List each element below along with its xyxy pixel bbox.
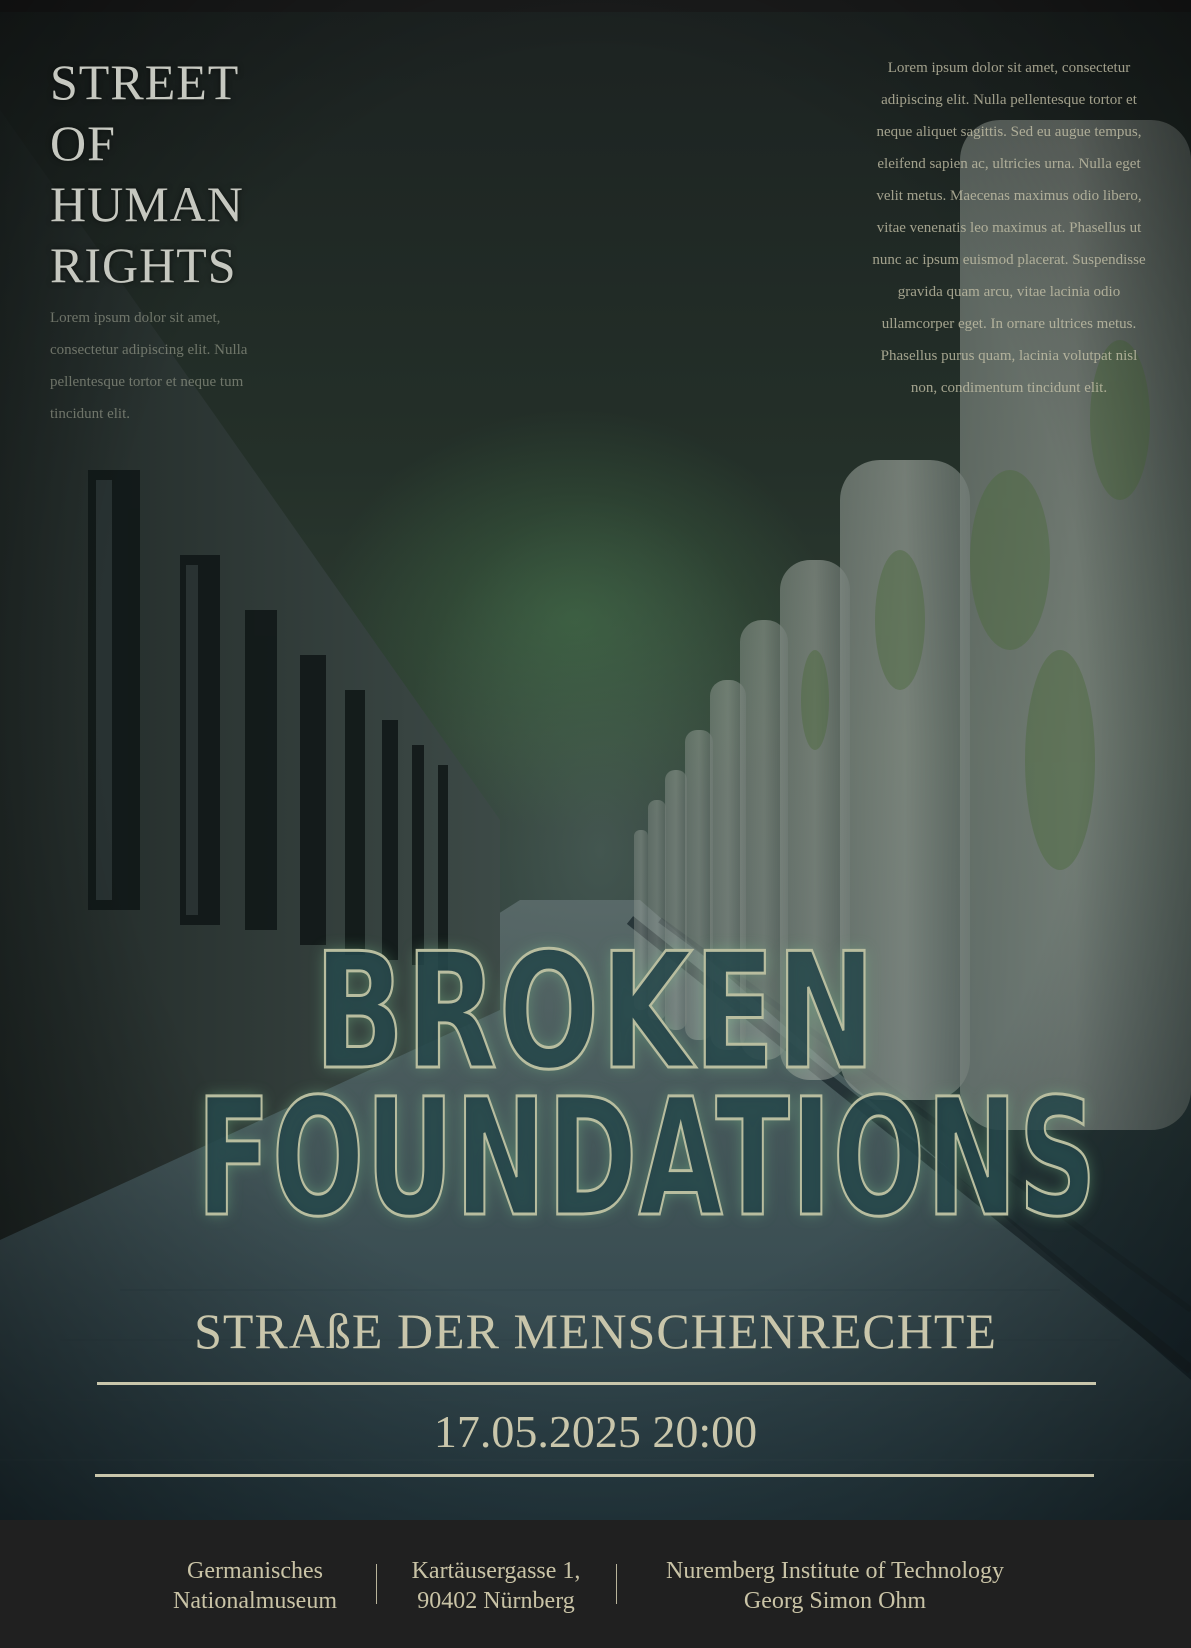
right-description: Lorem ipsum dolor sit amet, consectetur …: [872, 60, 1146, 396]
poster: STREET OF HUMAN RIGHTS Lorem ipsum dolor…: [0, 0, 1191, 1648]
left-description: Lorem ipsum dolor sit amet, consectetur …: [50, 310, 248, 422]
footer-address-line: 90402 Nürnberg: [417, 1588, 575, 1614]
event-subtitle: STRAßE DER MENSCHENRECHTE: [194, 1303, 997, 1359]
footer-venue: Germanisches Nationalmuseum: [145, 1556, 365, 1616]
divider-top: [97, 1382, 1096, 1385]
footer-venue-line: Nationalmuseum: [173, 1588, 337, 1614]
divider-bottom: [95, 1474, 1094, 1477]
footer-institution: Nuremberg Institute of Technology Georg …: [630, 1556, 1040, 1616]
footer-address: Kartäusergasse 1, 90402 Nürnberg: [386, 1556, 606, 1616]
headline-foundations: FOUNDATIONS: [196, 1065, 1099, 1253]
title-line: OF: [50, 115, 116, 171]
footer-institution-line: Nuremberg Institute of Technology: [665, 1558, 1005, 1584]
footer-divider: [376, 1564, 377, 1604]
poster-title: STREET OF HUMAN RIGHTS: [50, 52, 350, 296]
title-line: HUMAN: [50, 176, 244, 232]
footer-institution-line: Georg Simon Ohm: [743, 1588, 927, 1614]
event-datetime: 17.05.2025 20:00: [433, 1406, 758, 1457]
title-line: STREET: [50, 54, 240, 110]
footer-divider: [616, 1564, 617, 1604]
title-line: RIGHTS: [50, 237, 237, 293]
footer-address-line: Kartäusergasse 1,: [411, 1558, 581, 1584]
footer: Germanisches Nationalmuseum Kartäusergas…: [0, 1520, 1191, 1648]
footer-venue-line: Germanisches: [187, 1558, 323, 1584]
